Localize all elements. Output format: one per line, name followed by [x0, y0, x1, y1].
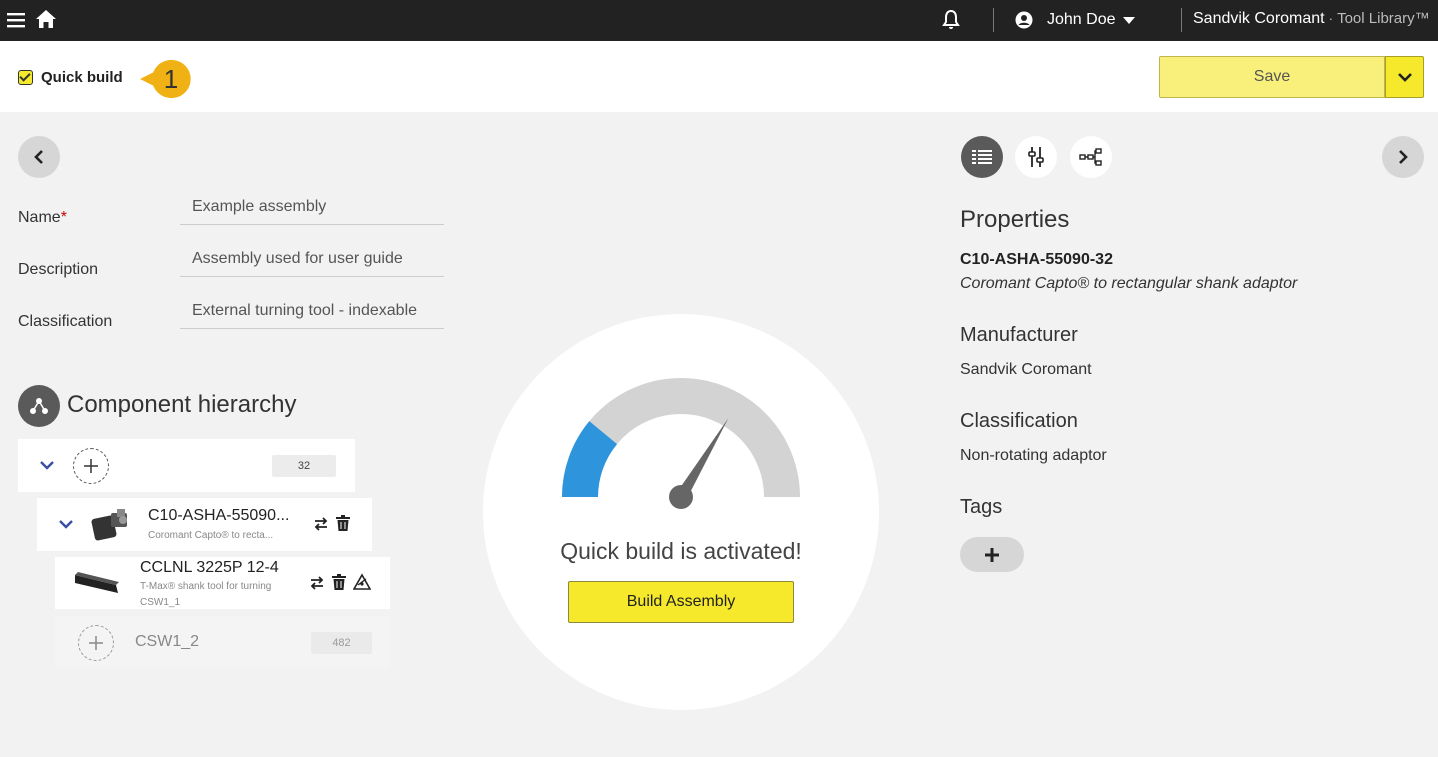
save-button[interactable]: Save: [1159, 56, 1385, 98]
step-number: 1: [163, 64, 179, 94]
build-assembly-button[interactable]: Build Assembly: [568, 581, 794, 623]
plus-icon: [89, 636, 103, 650]
component-description: Coromant Capto® to rectangular shank ada…: [960, 275, 1298, 292]
hierarchy-icon: [18, 385, 60, 427]
count-badge: 482: [311, 632, 372, 654]
manufacturer-heading: Manufacturer: [960, 324, 1078, 346]
plus-icon: [985, 547, 999, 562]
slot-name: CSW1_2: [135, 633, 200, 650]
component-code: C10-ASHA-55090-32: [960, 251, 1113, 268]
divider: [993, 8, 994, 32]
divider: [1181, 8, 1182, 32]
quick-build-message: Quick build is activated!: [560, 538, 802, 564]
connection-graph-icon: [1079, 148, 1102, 166]
speedometer-icon: [562, 378, 800, 509]
component-name: C10-ASHA-55090...: [148, 507, 290, 524]
user-name: John Doe: [1047, 11, 1116, 28]
plus-icon: [84, 459, 98, 473]
chevron-down-icon: [1397, 73, 1412, 82]
chevron-down-icon[interactable]: [58, 519, 74, 529]
caret-down-icon: [1122, 16, 1135, 24]
gauge-fill: [562, 421, 618, 498]
count-badge: 32: [272, 455, 336, 477]
insert-icon[interactable]: [353, 573, 371, 591]
step-marker: 1: [140, 59, 192, 99]
trash-icon[interactable]: [334, 514, 352, 532]
quick-build-checkbox[interactable]: [18, 70, 33, 85]
home-icon[interactable]: [35, 8, 57, 30]
component-slot: CSW1_1: [140, 597, 181, 608]
notifications-bell-icon[interactable]: [941, 9, 961, 31]
gauge-hub: [669, 485, 693, 509]
classification-value: Non-rotating adaptor: [960, 447, 1107, 464]
classification-label: Classification: [18, 313, 113, 330]
required-mark: *: [60, 209, 67, 226]
component-name: CCLNL 3225P 12-4: [140, 559, 279, 576]
list-view-icon: [972, 150, 992, 164]
swap-icon[interactable]: [312, 515, 330, 533]
tab-parameters[interactable]: [1015, 136, 1057, 178]
add-tag-button[interactable]: [960, 537, 1024, 572]
description-field[interactable]: Assembly used for user guide: [180, 245, 444, 277]
hierarchy-title: Component hierarchy: [67, 391, 297, 418]
shank-tool-thumbnail: [75, 572, 119, 593]
chevron-right-icon: [1399, 150, 1408, 164]
tags-heading: Tags: [960, 496, 1003, 518]
sliders-icon: [1028, 147, 1044, 167]
hierarchy-item-row[interactable]: C10-ASHA-55090... Coromant Capto® to rec…: [37, 498, 372, 551]
trash-icon[interactable]: [330, 573, 348, 591]
add-component-button[interactable]: [73, 448, 109, 484]
user-account-icon: [1015, 11, 1033, 29]
tab-properties[interactable]: [961, 136, 1003, 178]
empty-slot-row: CSW1_2 482: [55, 616, 390, 668]
swap-icon[interactable]: [308, 574, 326, 592]
description-label: Description: [18, 261, 99, 278]
classification-heading: Classification: [960, 410, 1078, 432]
tab-connections[interactable]: [1070, 136, 1112, 178]
brand: Sandvik Coromant · Tool Library™: [1193, 10, 1430, 28]
user-menu[interactable]: John Doe: [1015, 8, 1135, 32]
quick-build-label: Quick build: [41, 69, 123, 86]
manufacturer-value: Sandvik Coromant: [960, 361, 1092, 378]
adaptor-thumbnail: [91, 509, 127, 541]
component-description: Coromant Capto® to recta...: [148, 530, 274, 541]
hierarchy-item-row[interactable]: CCLNL 3225P 12-4 T-Max® shank tool for t…: [55, 557, 390, 609]
back-button[interactable]: [18, 136, 60, 178]
brand-name: Sandvik Coromant: [1193, 10, 1325, 27]
chevron-left-icon: [34, 150, 43, 164]
chevron-down-icon[interactable]: [39, 460, 55, 470]
properties-title: Properties: [960, 206, 1070, 233]
brand-product: Tool Library™: [1337, 10, 1430, 27]
hierarchy-root-row: 32: [18, 439, 355, 492]
forward-button[interactable]: [1382, 136, 1424, 178]
name-field[interactable]: Example assembly: [180, 193, 444, 225]
add-component-button[interactable]: [78, 625, 114, 661]
component-description: T-Max® shank tool for turning: [140, 581, 272, 592]
top-bar: John Doe Sandvik Coromant · Tool Library…: [0, 0, 1438, 41]
quick-build-panel: [483, 314, 879, 710]
action-bar: Quick build 1 Save: [0, 41, 1438, 112]
quick-build-toggle[interactable]: Quick build: [18, 69, 123, 86]
name-label: Name*: [18, 209, 67, 226]
classification-field[interactable]: External turning tool - indexable: [180, 297, 444, 329]
hamburger-menu-icon[interactable]: [6, 10, 26, 30]
save-options-dropdown[interactable]: [1385, 56, 1424, 98]
brand-separator: ·: [1324, 10, 1338, 26]
